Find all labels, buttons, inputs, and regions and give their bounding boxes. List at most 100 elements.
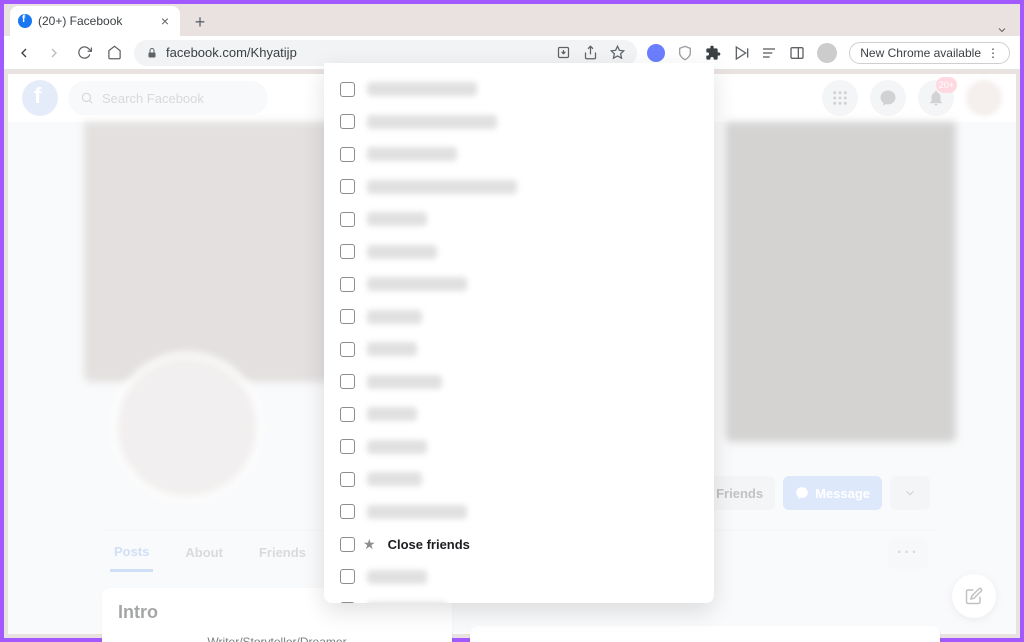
star-icon: ★ [363, 536, 376, 553]
install-icon[interactable] [556, 45, 571, 60]
list-item[interactable] [330, 333, 708, 366]
list-item[interactable] [330, 301, 708, 334]
checkbox[interactable] [340, 244, 355, 259]
chrome-update-button[interactable]: New Chrome available ⋮ [849, 42, 1010, 64]
forward-button[interactable] [44, 43, 64, 63]
compose-card: Photo/video Tag people Feeling/activity [470, 626, 940, 642]
share-icon[interactable] [583, 45, 598, 60]
new-tab-button[interactable]: + [186, 8, 214, 36]
checkbox[interactable] [340, 147, 355, 162]
checkbox[interactable] [340, 439, 355, 454]
list-name-redacted [367, 277, 467, 291]
messenger-icon [795, 486, 809, 500]
tab-friends[interactable]: Friends [255, 535, 310, 570]
download-icon[interactable] [647, 44, 665, 62]
more-actions-button[interactable] [890, 476, 930, 510]
media-icon[interactable] [733, 45, 749, 61]
notification-badge: 20+ [936, 77, 957, 93]
checkbox[interactable] [340, 602, 355, 603]
facebook-favicon-icon [18, 14, 32, 28]
facebook-logo-icon[interactable] [22, 80, 58, 116]
list-name-redacted [367, 472, 422, 486]
close-friends-label: Close friends [388, 537, 470, 552]
checkbox[interactable] [340, 569, 355, 584]
checkbox[interactable] [340, 82, 355, 97]
profile-avatar-icon[interactable] [817, 43, 837, 63]
list-name-redacted [367, 342, 417, 356]
list-item[interactable] [330, 268, 708, 301]
account-avatar[interactable] [966, 80, 1002, 116]
checkbox[interactable] [340, 504, 355, 519]
list-name-redacted [367, 407, 417, 421]
tab-posts[interactable]: Posts [110, 534, 153, 572]
list-name-redacted [367, 310, 422, 324]
list-item[interactable] [330, 171, 708, 204]
checkbox[interactable] [340, 309, 355, 324]
list-name-redacted [367, 505, 467, 519]
lock-icon [146, 47, 158, 59]
list-name-redacted [367, 375, 442, 389]
reload-button[interactable] [74, 43, 94, 63]
checkbox[interactable] [340, 472, 355, 487]
list-name-redacted [367, 180, 517, 194]
tabs-more-button[interactable]: ··· [888, 537, 928, 569]
home-button[interactable] [104, 43, 124, 63]
tab-title: (20+) Facebook [38, 14, 152, 28]
cover-photo-right [726, 122, 956, 442]
checkbox[interactable] [340, 342, 355, 357]
extensions-icon[interactable] [705, 45, 721, 61]
shield-icon[interactable] [677, 45, 693, 61]
list-item[interactable]: ★ Close friends [330, 528, 708, 561]
profile-picture[interactable] [112, 352, 262, 502]
checkbox[interactable] [340, 114, 355, 129]
checkbox[interactable] [340, 277, 355, 292]
checkbox[interactable] [340, 212, 355, 227]
list-item[interactable] [330, 496, 708, 529]
friend-list-modal: ★ Close friends [324, 63, 714, 603]
list-item[interactable] [330, 366, 708, 399]
star-icon[interactable] [610, 45, 625, 60]
checkbox[interactable] [340, 179, 355, 194]
back-button[interactable] [14, 43, 34, 63]
list-item[interactable] [330, 593, 708, 603]
list-item[interactable] [330, 73, 708, 106]
side-panel-icon[interactable] [789, 45, 805, 61]
list-name-redacted [367, 212, 427, 226]
search-placeholder: Search Facebook [102, 91, 204, 106]
kebab-icon: ⋮ [987, 46, 999, 60]
search-icon [80, 91, 94, 105]
url-field[interactable]: facebook.com/Khyatijp [134, 40, 637, 66]
tabs-chevron-icon[interactable] [996, 24, 1008, 36]
list-item[interactable] [330, 203, 708, 236]
list-item[interactable] [330, 431, 708, 464]
list-item[interactable] [330, 398, 708, 431]
list-name-redacted [367, 440, 427, 454]
checkbox[interactable] [340, 374, 355, 389]
facebook-search[interactable]: Search Facebook [68, 81, 268, 115]
tab-about[interactable]: About [181, 535, 227, 570]
chevron-down-icon [903, 486, 917, 500]
messenger-icon[interactable] [870, 80, 906, 116]
list-item[interactable] [330, 236, 708, 269]
list-name-redacted [367, 602, 447, 603]
checkbox[interactable] [340, 407, 355, 422]
list-name-redacted [367, 115, 497, 129]
apps-icon[interactable] [822, 80, 858, 116]
list-name-redacted [367, 82, 477, 96]
compose-fab[interactable] [952, 574, 996, 618]
checkbox[interactable] [340, 537, 355, 552]
list-name-redacted [367, 570, 427, 584]
list-item[interactable] [330, 106, 708, 139]
notifications-icon[interactable]: 20+ [918, 80, 954, 116]
close-icon[interactable]: × [158, 14, 172, 28]
reading-list-icon[interactable] [761, 45, 777, 61]
list-name-redacted [367, 245, 437, 259]
list-item[interactable] [330, 561, 708, 594]
list-item[interactable] [330, 463, 708, 496]
message-button[interactable]: Message [783, 476, 882, 510]
list-item[interactable] [330, 138, 708, 171]
browser-tab-bar: (20+) Facebook × + [4, 4, 1020, 36]
url-text: facebook.com/Khyatijp [166, 45, 297, 60]
browser-tab[interactable]: (20+) Facebook × [10, 6, 180, 36]
list-name-redacted [367, 147, 457, 161]
